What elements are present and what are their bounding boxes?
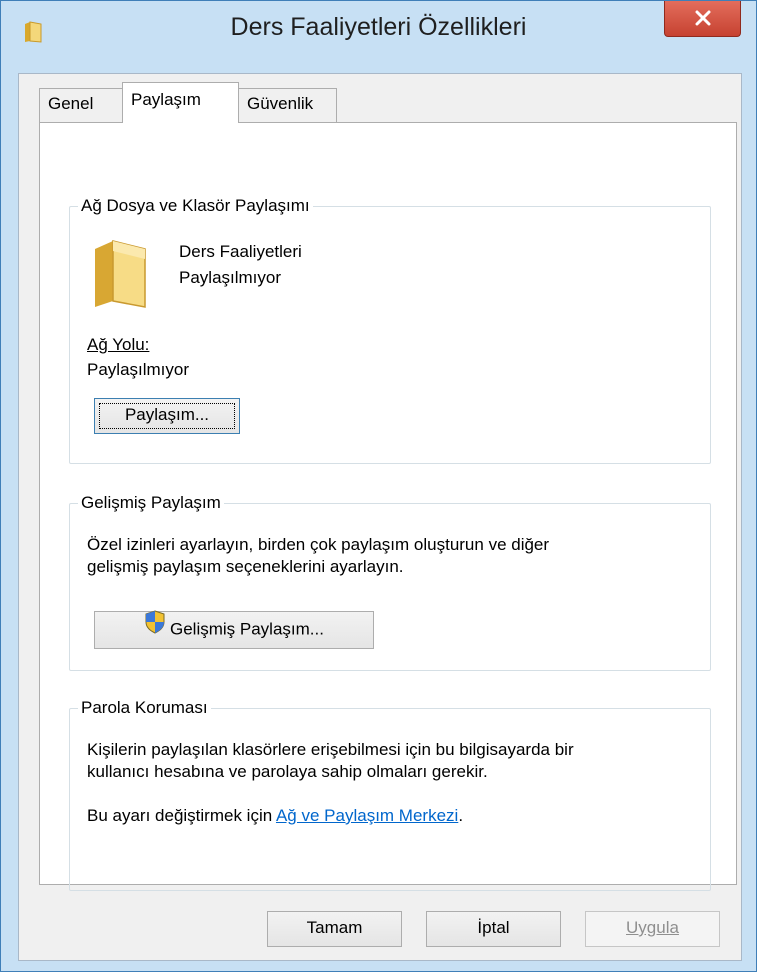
window-title: Ders Faaliyetleri Özellikleri — [230, 13, 527, 41]
network-sharing-title: Ağ Dosya ve Klasör Paylaşımı — [78, 196, 313, 216]
tab-genel[interactable]: Genel — [39, 88, 123, 122]
network-sharing-group: Ağ Dosya ve Klasör Paylaşımı Ders Faaliy… — [69, 196, 711, 464]
sharing-panel: Ağ Dosya ve Klasör Paylaşımı Ders Faaliy… — [39, 122, 737, 891]
tab-guvenlik[interactable]: Güvenlik — [238, 88, 337, 122]
advanced-sharing-desc-1: Özel izinleri ayarlayın, birden çok payl… — [87, 535, 550, 554]
password-protection-group: Parola Koruması Kişilerin paylaşılan kla… — [69, 698, 711, 891]
change-setting-suffix: . — [458, 806, 464, 825]
change-setting-line: Bu ayarı değiştirmek için Ağ ve Paylaşım… — [87, 805, 463, 827]
password-desc-1: Kişilerin paylaşılan klasörlere erişebil… — [87, 740, 574, 759]
network-path-label: Ağ Yolu: — [87, 335, 150, 354]
advanced-sharing-desc-2: gelişmiş paylaşım seçeneklerini ayarlayı… — [87, 557, 404, 576]
close-button[interactable] — [664, 1, 741, 37]
folder-icon — [91, 239, 153, 314]
password-protection-title: Parola Koruması — [78, 698, 211, 718]
network-path-value: Paylaşılmıyor — [87, 360, 190, 379]
title-bar[interactable]: Ders Faaliyetleri Özellikleri — [1, 1, 756, 56]
properties-window: Ders Faaliyetleri Özellikleri Genel Payl… — [0, 0, 757, 972]
advanced-sharing-button[interactable]: Gelişmiş Paylaşım... — [94, 610, 374, 649]
share-button[interactable]: Paylaşım... — [94, 398, 240, 434]
change-setting-prefix: Bu ayarı değiştirmek için — [87, 806, 276, 825]
focus-indicator — [99, 403, 235, 429]
network-sharing-center-link[interactable]: Ağ ve Paylaşım Merkezi — [276, 806, 458, 825]
ok-button[interactable]: Tamam — [267, 911, 402, 947]
advanced-sharing-group: Gelişmiş Paylaşım Özel izinleri ayarlayı… — [69, 493, 711, 671]
apply-button[interactable]: Uygula — [585, 911, 720, 947]
advanced-sharing-title: Gelişmiş Paylaşım — [78, 493, 224, 513]
tab-paylasim[interactable]: Paylaşım — [122, 82, 239, 123]
shield-icon — [144, 610, 166, 645]
password-desc-2: kullanıcı hesabına ve parolaya sahip olm… — [87, 762, 488, 781]
dialog-body: Genel Paylaşım Güvenlik Ağ Dosya ve Klas… — [18, 73, 742, 961]
advanced-sharing-button-label: Gelişmiş Paylaşım... — [170, 619, 324, 639]
folder-share-status: Paylaşılmıyor — [179, 268, 282, 287]
cancel-button[interactable]: İptal — [426, 911, 561, 947]
folder-name: Ders Faaliyetleri — [179, 242, 302, 261]
